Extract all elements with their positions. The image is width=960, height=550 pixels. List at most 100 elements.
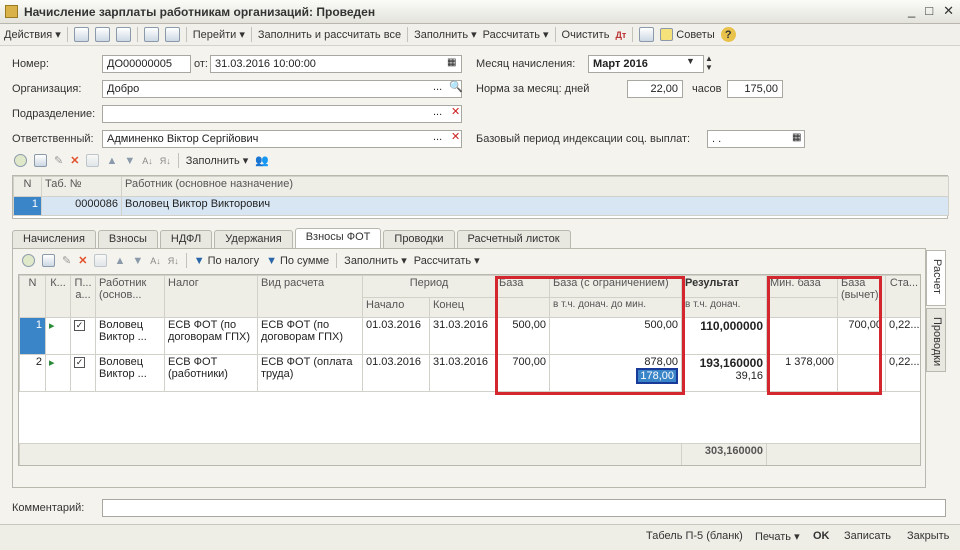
number-label: Номер: <box>12 58 49 70</box>
base-period-calendar-icon[interactable]: ▦ <box>792 132 801 143</box>
ok-button[interactable]: OK <box>813 530 830 542</box>
sort-asc-icon[interactable]: A↓ <box>142 156 153 166</box>
filter-sum-icon: ▼ <box>266 254 277 267</box>
dept-select-icon[interactable]: ... <box>433 106 442 118</box>
grid-sort-desc-icon[interactable]: Я↓ <box>168 256 179 266</box>
month-spinner-icon[interactable]: ▲ ▼ <box>705 54 713 72</box>
actions-menu[interactable]: Действия ▾ <box>4 28 61 42</box>
comment-field[interactable] <box>102 499 946 517</box>
calculate-menu[interactable]: Рассчитать ▾ <box>483 28 549 42</box>
dept-clear-icon[interactable]: ✕ <box>451 105 460 118</box>
fill-calc-all-button[interactable]: Заполнить и рассчитать все <box>258 29 401 41</box>
print-doc-icon[interactable] <box>164 27 180 42</box>
end-edit-icon[interactable] <box>86 154 100 167</box>
col-tax[interactable]: Налог <box>164 275 258 318</box>
move-up-icon[interactable]: ▲ <box>106 155 117 167</box>
number-field[interactable]: ДО00000005 <box>102 55 191 73</box>
filter-by-sum-button[interactable]: ▼ По сумме <box>266 255 329 267</box>
grid-sort-asc-icon[interactable]: A↓ <box>150 256 161 266</box>
col-calc-type[interactable]: Вид расчета <box>257 275 363 318</box>
col-start[interactable]: Начало <box>362 297 430 318</box>
col-worker[interactable]: Работник (основ... <box>95 275 165 318</box>
grid-add-icon[interactable] <box>22 254 35 267</box>
help-icon[interactable]: ? <box>720 27 736 42</box>
post-icon[interactable] <box>73 27 89 42</box>
grid-up-icon[interactable]: ▲ <box>114 255 125 267</box>
norm-hours-field[interactable]: 175,00 <box>727 80 783 98</box>
row-n: 1 <box>19 317 46 355</box>
workers-fill-menu[interactable]: Заполнить ▾ <box>186 154 249 168</box>
col-n[interactable]: N <box>19 275 46 318</box>
row-checkbox[interactable]: ✓ <box>70 317 96 355</box>
grid-calc-menu[interactable]: Рассчитать ▾ <box>414 254 480 268</box>
grid-edit-icon[interactable]: ✎ <box>62 254 71 267</box>
org-field[interactable]: Добро <box>102 80 462 98</box>
resp-field[interactable]: Админенко Віктор Сергійович <box>102 130 462 148</box>
col-n[interactable]: N <box>13 176 42 197</box>
clear-button[interactable]: Очистить <box>562 29 610 41</box>
grid-copy-icon[interactable] <box>42 254 55 267</box>
row-type-icon: ▸ <box>45 317 71 355</box>
tab-deductions[interactable]: Удержания <box>214 230 293 248</box>
org-select-icon[interactable]: ... <box>433 81 442 93</box>
sort-desc-icon[interactable]: Я↓ <box>160 156 171 166</box>
add-row-icon[interactable] <box>14 154 27 167</box>
grid-delete-icon[interactable]: ✕ <box>78 254 87 267</box>
dept-field[interactable] <box>102 105 462 123</box>
grid-end-edit-icon[interactable] <box>94 254 108 267</box>
col-end[interactable]: Конец <box>429 297 496 318</box>
save-button[interactable]: Записать <box>844 530 891 542</box>
tab-ndfl[interactable]: НДФЛ <box>159 230 213 248</box>
side-tab-calc[interactable]: Расчет <box>926 250 946 306</box>
worker-row[interactable]: 1 0000086 Воловец Виктор Викторович <box>13 196 949 216</box>
resp-clear-icon[interactable]: ✕ <box>451 130 460 143</box>
col-k[interactable]: К... <box>45 275 71 318</box>
col-worker[interactable]: Работник (основное назначение) <box>121 176 949 197</box>
maximize-button[interactable]: □ <box>925 3 933 19</box>
dt-kt-icon[interactable]: Дт <box>615 30 626 40</box>
col-result-extra[interactable]: в т.ч. донач. <box>681 297 767 318</box>
norm-days-field[interactable]: 22,00 <box>627 80 683 98</box>
row-checkbox[interactable]: ✓ <box>70 354 96 392</box>
copy-icon[interactable] <box>115 27 131 42</box>
list-icon[interactable] <box>639 27 655 42</box>
tab-contributions[interactable]: Взносы <box>97 230 158 248</box>
close-button[interactable]: ✕ <box>943 3 954 19</box>
col-rate[interactable]: Ста... <box>885 275 920 318</box>
close-form-button[interactable]: Закрыть <box>907 530 949 542</box>
resp-select-icon[interactable]: ... <box>433 131 442 143</box>
minimize-button[interactable]: _ <box>908 3 915 19</box>
print-menu[interactable]: Печать ▾ <box>755 530 800 543</box>
move-down-icon[interactable]: ▼ <box>124 155 135 167</box>
month-dropdown-icon[interactable]: ▼ <box>686 56 695 66</box>
col-p[interactable]: П... а... <box>70 275 96 318</box>
structure-icon[interactable] <box>143 27 159 42</box>
tips-button[interactable]: Советы <box>660 28 715 41</box>
date-field[interactable]: 31.03.2016 10:00:00 <box>210 55 462 73</box>
side-tab-postings[interactable]: Проводки <box>926 308 946 372</box>
tab-payslip[interactable]: Расчетный листок <box>456 230 571 248</box>
grid-down-icon[interactable]: ▼ <box>132 255 143 267</box>
refresh-icon[interactable] <box>94 27 110 42</box>
date-label: от: <box>194 58 208 70</box>
delete-row-icon[interactable]: ✕ <box>70 154 79 167</box>
tab-postings[interactable]: Проводки <box>383 230 455 248</box>
goto-menu[interactable]: Перейти ▾ <box>193 28 245 42</box>
tab-contributions-fot[interactable]: Взносы ФОТ <box>294 228 382 248</box>
timesheet-button[interactable]: Табель П-5 (бланк) <box>646 530 743 542</box>
filter-by-tax-button[interactable]: ▼ По налогу <box>194 255 259 267</box>
pick-employees-icon[interactable]: 👥 <box>255 154 269 167</box>
calendar-icon[interactable]: ▦ <box>447 57 456 68</box>
tab-accruals[interactable]: Начисления <box>12 230 96 248</box>
base-period-field[interactable]: . . <box>707 130 805 148</box>
comment-label: Комментарий: <box>12 502 85 514</box>
org-search-icon[interactable]: 🔍 <box>449 80 463 93</box>
edit-row-icon[interactable]: ✎ <box>54 154 63 167</box>
grid-fill-menu[interactable]: Заполнить ▾ <box>344 254 407 268</box>
col-tab[interactable]: Таб. № <box>41 176 122 197</box>
copy-row-icon[interactable] <box>34 154 47 167</box>
col-period[interactable]: Период <box>362 275 496 298</box>
col-result[interactable]: Результат <box>681 275 767 298</box>
fill-menu[interactable]: Заполнить ▾ <box>414 28 477 42</box>
row-worker: Воловец Виктор ... <box>95 354 165 392</box>
